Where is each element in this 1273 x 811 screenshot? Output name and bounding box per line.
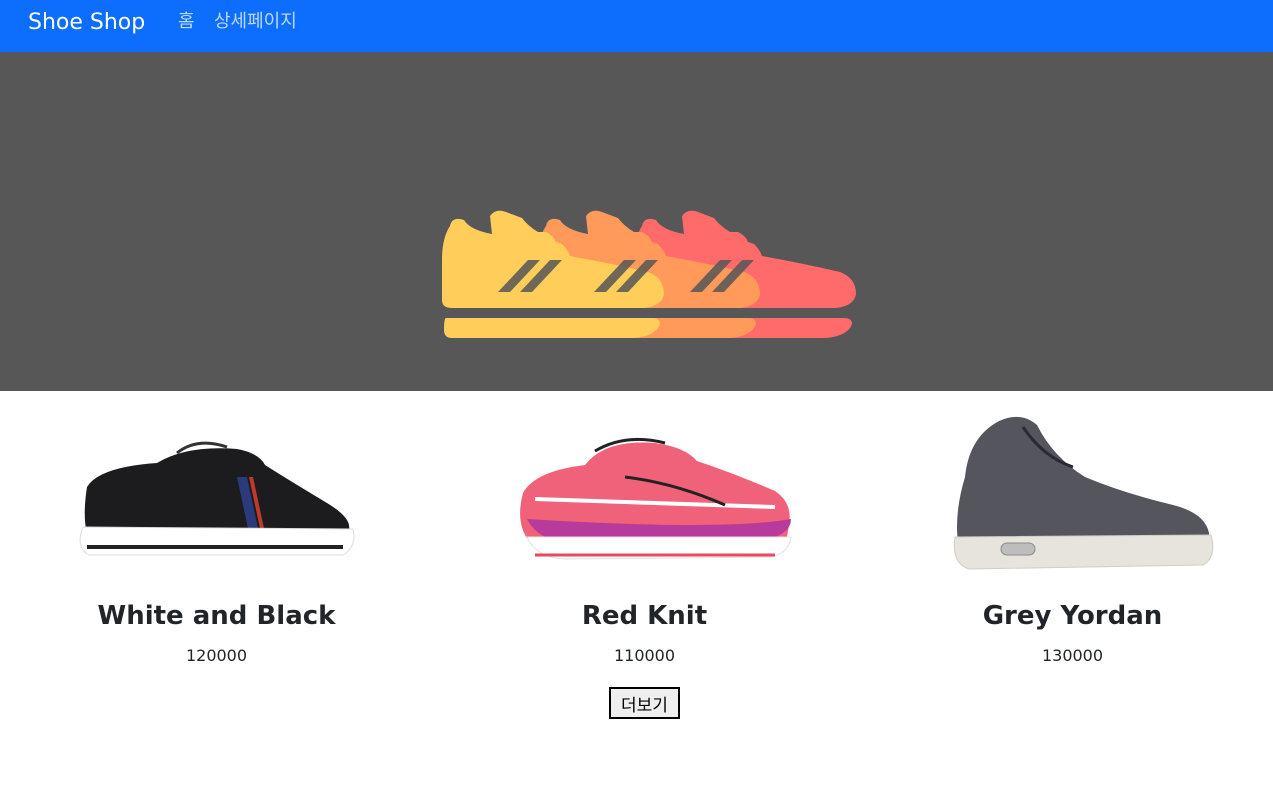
product-title: White and Black xyxy=(97,601,336,631)
product-price: 120000 xyxy=(185,646,248,665)
hero-banner xyxy=(0,52,1273,391)
product-card[interactable]: White and Black 120000 xyxy=(4,391,429,691)
brand-link[interactable]: Shoe Shop xyxy=(28,8,145,38)
load-more-button[interactable]: 더보기 xyxy=(609,687,680,719)
black-canvas-sneaker-image xyxy=(79,441,354,556)
product-title: Grey Yordan xyxy=(982,601,1163,631)
product-card[interactable]: Grey Yordan 130000 xyxy=(860,391,1273,691)
navbar: Shoe Shop 홈 상세페이지 xyxy=(0,0,1273,52)
nav-link-home[interactable]: 홈 xyxy=(178,10,195,34)
pink-running-shoe-image xyxy=(519,437,792,560)
product-price: 130000 xyxy=(1041,646,1104,665)
product-card[interactable]: Red Knit 110000 xyxy=(432,391,857,691)
product-title: Red Knit xyxy=(581,601,708,631)
grey-wool-hightop-image xyxy=(953,416,1213,570)
product-price: 110000 xyxy=(613,646,676,665)
three-sneakers-icon xyxy=(442,210,856,338)
nav-link-detail[interactable]: 상세페이지 xyxy=(214,10,297,34)
